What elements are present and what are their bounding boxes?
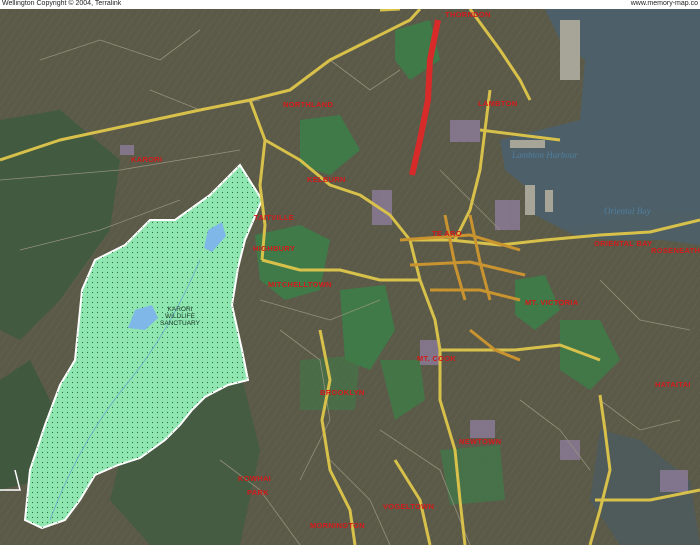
water-label-oriental-bay: Oriental Bay [604, 206, 651, 216]
suburb-label-kelburn: KELBURN [307, 175, 346, 184]
suburb-label-kowhai: KOWHAI [238, 474, 272, 483]
suburb-label-mitchelltown: MITCHELLTOWN [268, 280, 332, 289]
sanctuary-label-line2: WILDLIFE [165, 313, 195, 320]
map-view[interactable]: Wellington Copyright © 2004, Terralink w… [0, 0, 700, 545]
map-header: Wellington Copyright © 2004, Terralink w… [0, 0, 700, 9]
map-canvas[interactable] [0, 0, 700, 545]
suburb-label-newtown: NEWTOWN [459, 437, 502, 446]
suburb-label-vogeltown: VOGELTOWN [383, 502, 435, 511]
website-link[interactable]: www.memory-map.co [631, 0, 698, 9]
sanctuary-label-line3: SANCTUARY [160, 320, 200, 327]
suburb-label-lambton: LAMBTON [478, 99, 518, 108]
water-label-lambton-harbour: Lambton Harbour [512, 150, 578, 160]
suburb-label-hataitai: HATAITAI [655, 380, 691, 389]
suburb-label-oriental-bay: ORIENTAL BAY [594, 239, 653, 248]
park-newtown [440, 445, 505, 505]
suburb-label-te-aro: TE ARO [432, 229, 462, 238]
suburb-label-highbury: HIGHBURY [253, 244, 296, 253]
sanctuary-label-line1: KARORI [167, 306, 193, 313]
suburb-label-roseneath: ROSENEATH [651, 246, 700, 255]
suburb-label-tawa: TAITVILLE [254, 213, 295, 222]
suburb-label-park: PARK [247, 488, 269, 497]
suburb-label-brooklyn: BROOKLYN [320, 388, 365, 397]
copyright-text: Wellington Copyright © 2004, Terralink [2, 0, 122, 7]
suburb-label-mt-cook: MT. COOK [417, 354, 457, 363]
suburb-label-thorndon: THORNDON [445, 10, 491, 19]
suburb-label-mornington: MORNINGTON [310, 521, 365, 530]
suburb-label-northland: NORTHLAND [283, 100, 334, 109]
suburb-label-karori: KARORI [131, 155, 163, 164]
suburb-label-mt-victoria: MT. VICTORIA [525, 298, 579, 307]
sanctuary-label: KARORI WILDLIFE SANCTUARY [160, 306, 200, 327]
